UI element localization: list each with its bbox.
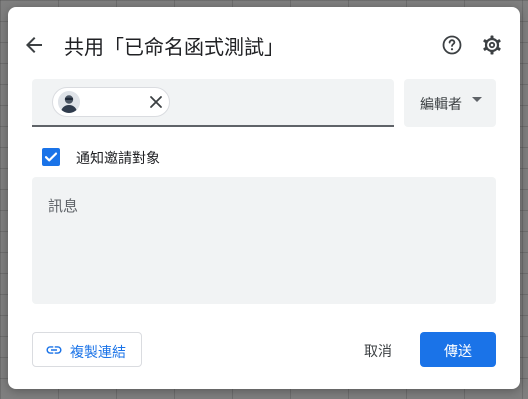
help-button[interactable] <box>440 33 464 57</box>
recipient-chip[interactable] <box>52 87 170 117</box>
arrow-left-icon <box>26 37 42 53</box>
gear-icon <box>483 35 501 55</box>
help-circle-icon <box>442 35 462 55</box>
checkmark-icon <box>44 152 58 162</box>
cancel-button[interactable]: 取消 <box>348 332 408 367</box>
caret-down-icon <box>472 97 482 102</box>
share-dialog: 共用「已命名函式測試」 編輯者 通知邀請對象 訊息 複製連結 取消 傳送 <box>8 7 520 389</box>
role-selected-value: 編輯者 <box>420 97 462 113</box>
settings-button[interactable] <box>480 33 504 57</box>
user-avatar-icon <box>58 91 80 113</box>
back-button[interactable] <box>22 33 46 57</box>
dialog-title: 共用「已命名函式測試」 <box>64 35 284 59</box>
send-button[interactable]: 傳送 <box>420 332 496 367</box>
close-icon <box>150 96 162 108</box>
dialog-header: 共用「已命名函式測試」 <box>8 25 520 65</box>
role-dropdown[interactable]: 編輯者 <box>404 79 496 127</box>
notify-label: 通知邀請對象 <box>76 151 160 167</box>
link-icon <box>46 346 62 354</box>
copy-link-button[interactable]: 複製連結 <box>32 332 142 367</box>
copy-link-label: 複製連結 <box>70 345 126 361</box>
cancel-label: 取消 <box>364 344 392 360</box>
chip-remove-button[interactable] <box>147 93 165 111</box>
message-textarea[interactable]: 訊息 <box>32 177 496 304</box>
recipients-input[interactable] <box>32 79 394 127</box>
message-placeholder: 訊息 <box>48 197 79 215</box>
notify-checkbox[interactable] <box>42 148 60 166</box>
send-label: 傳送 <box>444 344 472 360</box>
